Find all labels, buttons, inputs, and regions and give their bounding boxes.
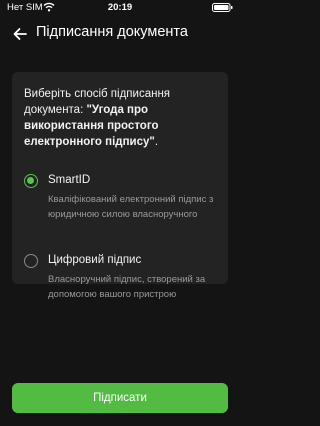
option-description: Кваліфікований електронний підпис з юрид… xyxy=(48,194,214,220)
radio-selected-icon[interactable] xyxy=(24,174,38,188)
option-digital-signature[interactable]: Цифровий підпис Власноручний підпис, ств… xyxy=(20,252,220,324)
option-title: SmartID xyxy=(48,174,91,186)
prompt-suffix: . xyxy=(154,136,159,148)
radio-unselected-icon[interactable] xyxy=(24,254,38,268)
sign-button[interactable]: Підписати xyxy=(12,383,228,413)
clock: 20:19 xyxy=(107,2,133,13)
signing-prompt: Виберіть спосіб підписання документа: "У… xyxy=(24,86,220,150)
page-title: Підписання документа xyxy=(36,24,188,40)
header: Підписання документа xyxy=(0,16,240,52)
option-description: Власноручний підпис, створений за допомо… xyxy=(48,274,206,300)
back-arrow-icon[interactable] xyxy=(12,26,28,42)
option-smartid[interactable]: SmartID Кваліфікований електронний підпи… xyxy=(20,172,220,232)
status-bar: Нет SIM 20:19 xyxy=(0,0,240,16)
title-fade xyxy=(214,16,240,52)
battery-icon xyxy=(212,3,233,12)
signing-method-card: Виберіть спосіб підписання документа: "У… xyxy=(12,72,228,300)
option-title: Цифровий підпис xyxy=(48,254,142,266)
